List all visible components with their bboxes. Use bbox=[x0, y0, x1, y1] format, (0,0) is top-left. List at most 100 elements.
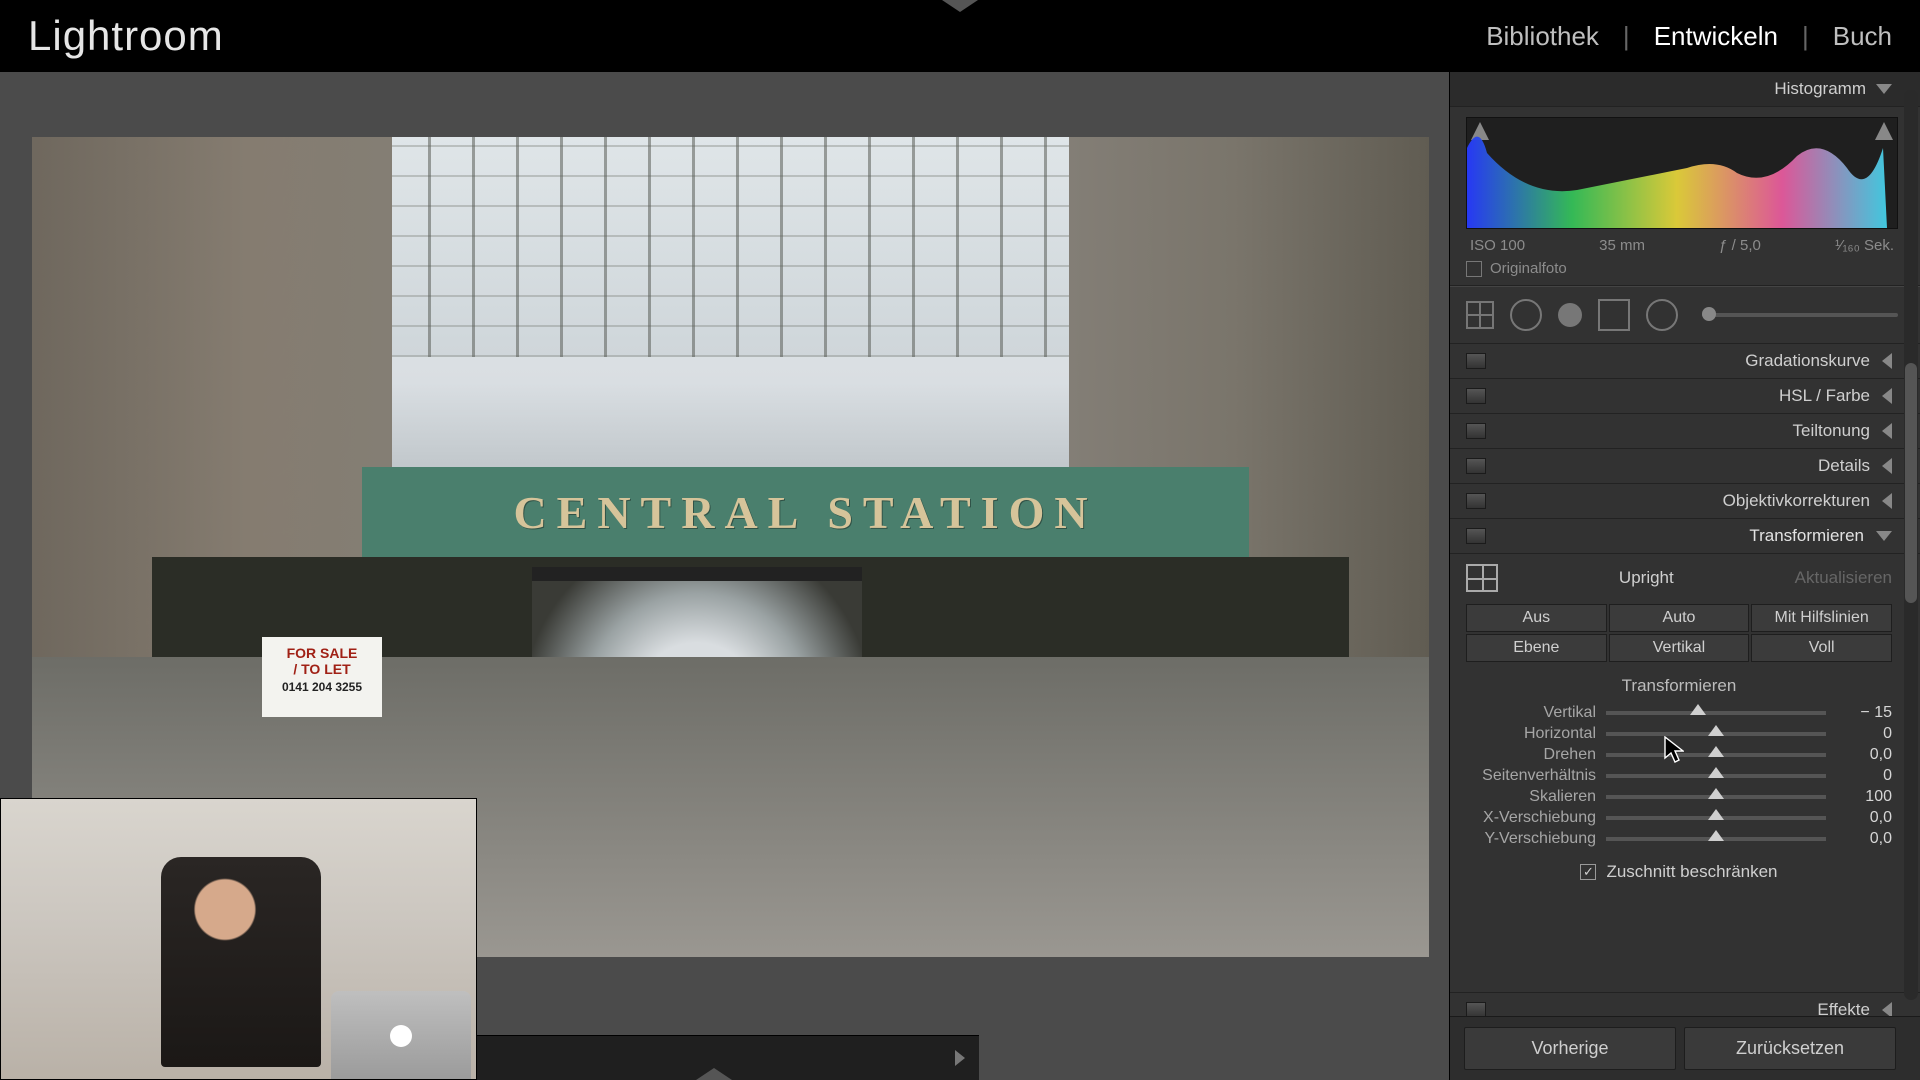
webcam-overlay bbox=[0, 798, 477, 1080]
original-photo-toggle[interactable]: Originalfoto bbox=[1466, 260, 1898, 277]
panel-hsl[interactable]: HSL / Farbe bbox=[1450, 379, 1920, 414]
scrollbar-thumb[interactable] bbox=[1905, 363, 1917, 603]
slider-track[interactable] bbox=[1606, 795, 1826, 799]
slider-vertical[interactable]: Vertikal − 15 bbox=[1466, 704, 1892, 722]
module-picker: Bibliothek | Entwickeln | Buch bbox=[1486, 21, 1892, 52]
slider-thumb[interactable] bbox=[1708, 788, 1724, 799]
slider-track[interactable] bbox=[1606, 816, 1826, 820]
slider-label: Drehen bbox=[1466, 746, 1606, 764]
module-book[interactable]: Buch bbox=[1833, 21, 1892, 52]
upright-auto-button[interactable]: Auto bbox=[1609, 604, 1750, 632]
slider-value[interactable]: − 15 bbox=[1836, 704, 1892, 722]
expand-bottom-icon[interactable] bbox=[696, 1068, 732, 1080]
slider-thumb[interactable] bbox=[1708, 830, 1724, 841]
chevron-left-icon bbox=[1882, 388, 1892, 404]
slider-track[interactable] bbox=[1606, 732, 1826, 736]
slider-label: Seitenverhältnis bbox=[1466, 767, 1606, 785]
meta-focal: 35 mm bbox=[1599, 237, 1645, 254]
module-separator: | bbox=[1802, 21, 1809, 52]
panel-tone-curve[interactable]: Gradationskurve bbox=[1450, 344, 1920, 379]
slider-thumb[interactable] bbox=[1708, 725, 1724, 736]
transform-panel: Upright Aktualisieren Aus Auto Mit Hilfs… bbox=[1450, 554, 1920, 892]
slider-xoffset[interactable]: X-Verschiebung 0,0 bbox=[1466, 809, 1892, 827]
slider-value[interactable]: 0,0 bbox=[1836, 746, 1892, 764]
crop-tool-icon[interactable] bbox=[1466, 301, 1494, 329]
slider-value[interactable]: 0,0 bbox=[1836, 830, 1892, 848]
slider-track[interactable] bbox=[1606, 711, 1826, 715]
upright-vertical-button[interactable]: Vertikal bbox=[1609, 634, 1750, 662]
constrain-crop-checkbox[interactable]: ✓ Zuschnitt beschränken bbox=[1466, 862, 1892, 882]
panel-switch-icon[interactable] bbox=[1466, 458, 1486, 474]
panel-footer: Vorherige Zurücksetzen bbox=[1450, 1016, 1920, 1080]
meta-aperture: ƒ / 5,0 bbox=[1719, 237, 1761, 254]
panel-switch-icon[interactable] bbox=[1466, 353, 1486, 369]
slider-value[interactable]: 0 bbox=[1836, 725, 1892, 743]
chevron-left-icon bbox=[1882, 493, 1892, 509]
chevron-down-icon bbox=[1876, 531, 1892, 541]
slider-label: Vertikal bbox=[1466, 704, 1606, 722]
histogram-graph[interactable] bbox=[1466, 117, 1898, 229]
histogram-header[interactable]: Histogramm bbox=[1450, 72, 1920, 107]
meta-shutter: ¹⁄₁₆₀ Sek. bbox=[1835, 237, 1894, 254]
slider-value[interactable]: 0,0 bbox=[1836, 809, 1892, 827]
slider-track[interactable] bbox=[1606, 837, 1826, 841]
slider-value[interactable]: 100 bbox=[1836, 788, 1892, 806]
slider-horizontal[interactable]: Horizontal 0 bbox=[1466, 725, 1892, 743]
graduated-filter-icon[interactable] bbox=[1598, 299, 1630, 331]
panel-split-toning[interactable]: Teiltonung bbox=[1450, 414, 1920, 449]
upright-update[interactable]: Aktualisieren bbox=[1795, 568, 1892, 588]
checkbox-icon bbox=[1466, 261, 1482, 277]
upright-label: Upright bbox=[1619, 568, 1674, 588]
photo-banner-text: CENTRAL STATION bbox=[362, 467, 1249, 557]
slider-label: X-Verschiebung bbox=[1466, 809, 1606, 827]
app-title: Lightroom bbox=[28, 12, 224, 60]
image-canvas[interactable]: CENTRAL STATION FOR SALE / TO LET 0141 2… bbox=[0, 72, 1449, 1080]
slider-aspect[interactable]: Seitenverhältnis 0 bbox=[1466, 767, 1892, 785]
panel-scrollbar[interactable] bbox=[1904, 90, 1918, 1000]
meta-iso: ISO 100 bbox=[1470, 237, 1525, 254]
panel-lens-corrections[interactable]: Objektivkorrekturen bbox=[1450, 484, 1920, 519]
slider-label: Horizontal bbox=[1466, 725, 1606, 743]
panel-switch-icon[interactable] bbox=[1466, 388, 1486, 404]
chevron-right-icon[interactable] bbox=[955, 1050, 965, 1066]
slider-rotate[interactable]: Drehen 0,0 bbox=[1466, 746, 1892, 764]
slider-track[interactable] bbox=[1606, 774, 1826, 778]
right-panel: Histogramm bbox=[1449, 72, 1920, 1080]
panel-details[interactable]: Details bbox=[1450, 449, 1920, 484]
top-bar: Lightroom Bibliothek | Entwickeln | Buch bbox=[0, 0, 1920, 72]
chevron-down-icon bbox=[1876, 84, 1892, 94]
upright-level-button[interactable]: Ebene bbox=[1466, 634, 1607, 662]
redeye-tool-icon[interactable] bbox=[1558, 303, 1582, 327]
panel-switch-icon[interactable] bbox=[1466, 423, 1486, 439]
upright-full-button[interactable]: Voll bbox=[1751, 634, 1892, 662]
slider-label: Skalieren bbox=[1466, 788, 1606, 806]
panel-switch-icon[interactable] bbox=[1466, 528, 1486, 544]
photo-sign: FOR SALE / TO LET 0141 204 3255 bbox=[262, 637, 382, 717]
module-library[interactable]: Bibliothek bbox=[1486, 21, 1599, 52]
radial-filter-icon[interactable] bbox=[1646, 299, 1678, 331]
brush-size-slider[interactable] bbox=[1702, 313, 1898, 317]
transform-section-title: Transformieren bbox=[1466, 676, 1892, 696]
reset-button[interactable]: Zurücksetzen bbox=[1684, 1027, 1896, 1070]
chevron-left-icon bbox=[1882, 423, 1892, 439]
upright-guided-button[interactable]: Mit Hilfslinien bbox=[1751, 604, 1892, 632]
module-develop[interactable]: Entwickeln bbox=[1654, 21, 1778, 52]
upright-off-button[interactable]: Aus bbox=[1466, 604, 1607, 632]
panel-switch-icon[interactable] bbox=[1466, 493, 1486, 509]
slider-scale[interactable]: Skalieren 100 bbox=[1466, 788, 1892, 806]
slider-track[interactable] bbox=[1606, 753, 1826, 757]
module-separator: | bbox=[1623, 21, 1630, 52]
slider-thumb[interactable] bbox=[1690, 704, 1706, 715]
previous-button[interactable]: Vorherige bbox=[1464, 1027, 1676, 1070]
slider-value[interactable]: 0 bbox=[1836, 767, 1892, 785]
slider-thumb[interactable] bbox=[1708, 809, 1724, 820]
collapse-top-icon[interactable] bbox=[942, 0, 978, 12]
tool-strip bbox=[1450, 286, 1920, 344]
slider-thumb[interactable] bbox=[1708, 746, 1724, 757]
panel-transform-header[interactable]: Transformieren bbox=[1450, 519, 1920, 554]
slider-yoffset[interactable]: Y-Verschiebung0,0 bbox=[1466, 830, 1892, 848]
slider-thumb[interactable] bbox=[1708, 767, 1724, 778]
upright-guided-icon[interactable] bbox=[1466, 564, 1498, 592]
upright-mode-buttons: Aus Auto Mit Hilfslinien Ebene Vertikal … bbox=[1466, 604, 1892, 662]
spot-removal-icon[interactable] bbox=[1510, 299, 1542, 331]
